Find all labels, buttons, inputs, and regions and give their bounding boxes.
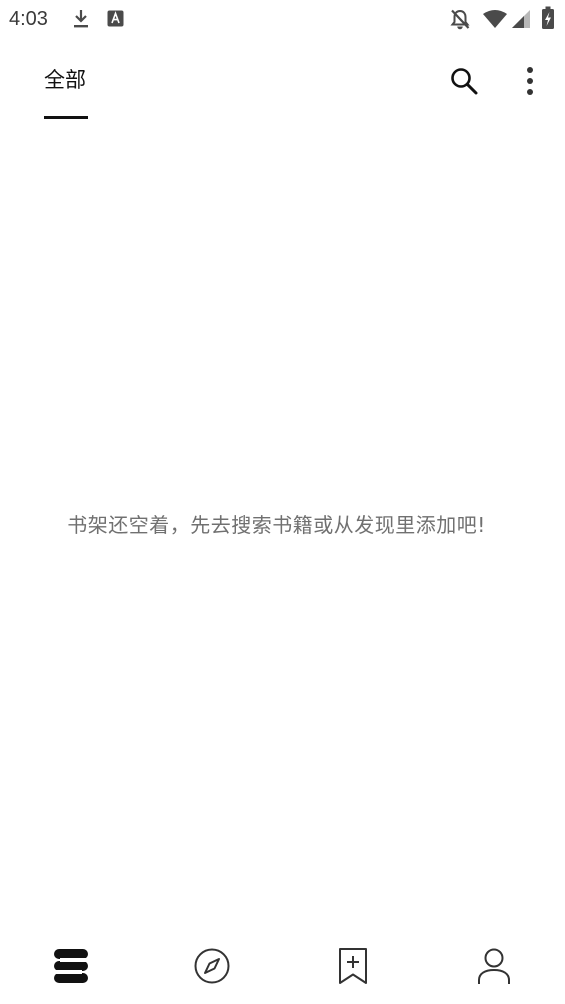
status-bar: 4:03 xyxy=(0,0,565,38)
more-vert-icon xyxy=(527,67,533,95)
empty-bookshelf-message: 书架还空着，先去搜索书籍或从发现里添加吧! xyxy=(67,513,486,537)
nav-bookmarks[interactable] xyxy=(325,942,381,990)
more-options-button[interactable] xyxy=(508,59,552,103)
top-app-bar: 全部 xyxy=(0,38,565,128)
nav-explore[interactable] xyxy=(184,942,240,990)
tab-all[interactable]: 全部 xyxy=(44,66,86,94)
search-button[interactable] xyxy=(442,59,486,103)
signal-icon xyxy=(512,10,530,28)
notifications-off-icon xyxy=(450,9,470,30)
nav-profile[interactable] xyxy=(466,942,522,990)
a-badge-icon xyxy=(107,10,124,27)
battery-charging-icon xyxy=(542,6,554,29)
bottom-navigation xyxy=(0,930,565,1004)
download-icon xyxy=(74,10,88,28)
wifi-icon xyxy=(483,10,507,28)
status-time: 4:03 xyxy=(9,8,48,30)
bookmark-add-icon xyxy=(339,948,367,984)
tab-indicator xyxy=(44,116,88,119)
explore-compass-icon xyxy=(194,948,230,984)
profile-icon xyxy=(478,948,510,984)
bookshelf-icon xyxy=(54,949,88,983)
search-icon xyxy=(451,68,478,95)
nav-bookshelf[interactable] xyxy=(43,942,99,990)
